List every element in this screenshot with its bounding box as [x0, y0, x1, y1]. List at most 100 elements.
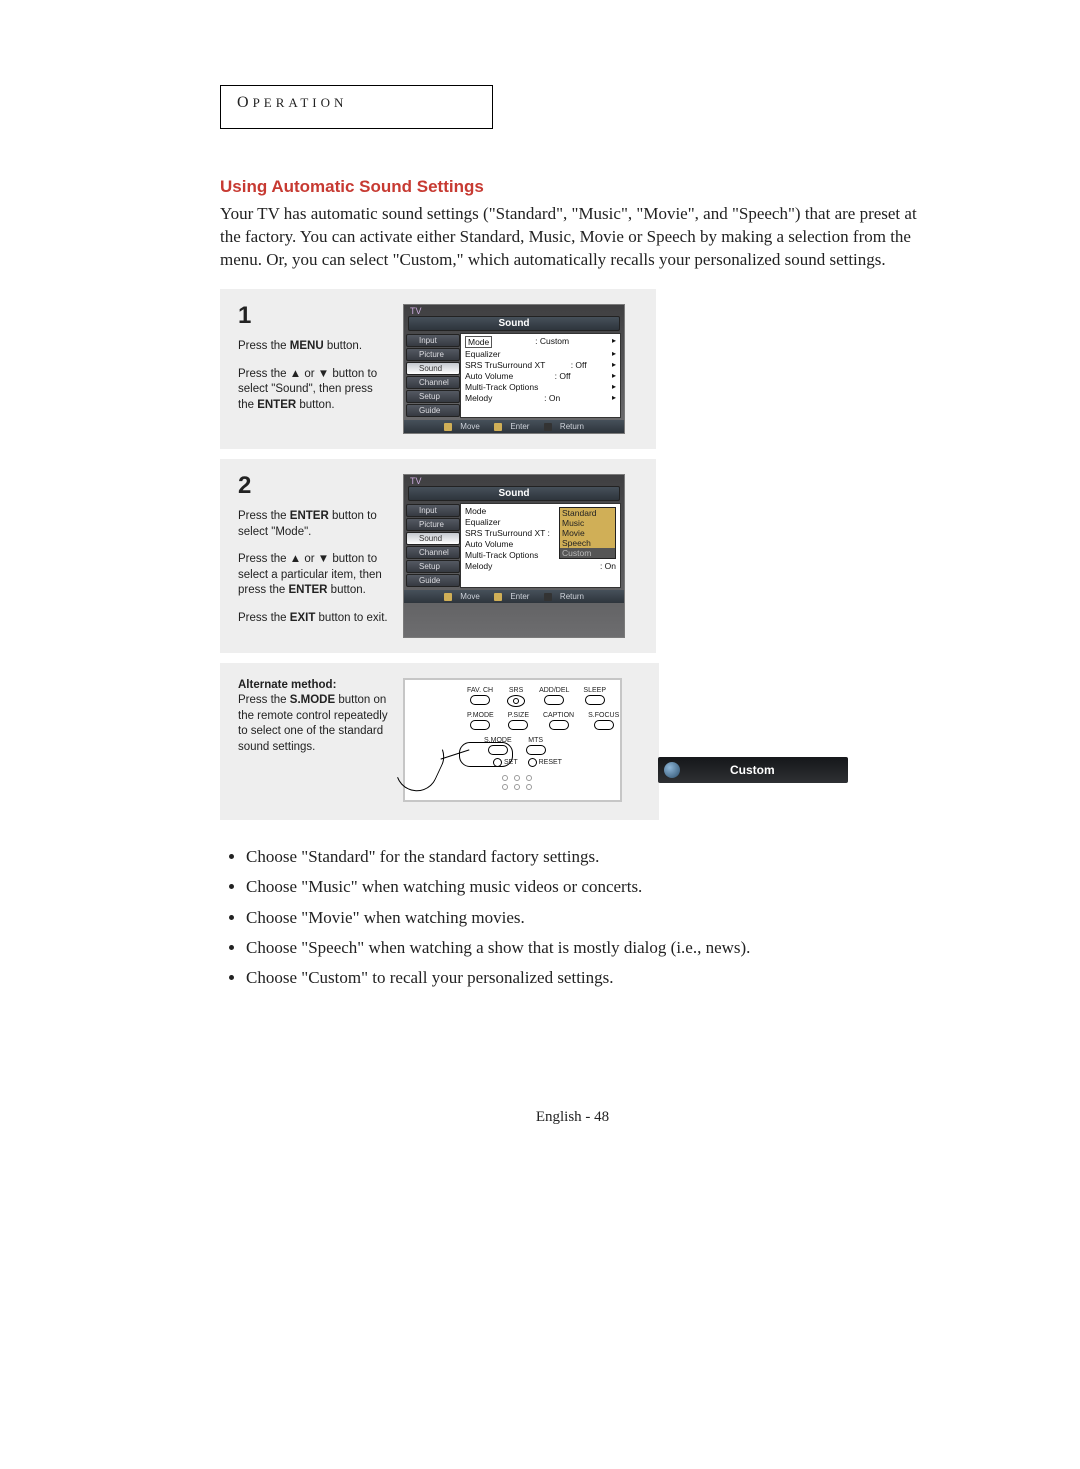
step-2-line-a-pre: Press the [238, 510, 290, 522]
step-2-line-a-bold: ENTER [290, 510, 329, 522]
osd-row-srs-value: : Off [571, 360, 587, 370]
alternate-text-pre: Press the [238, 694, 290, 706]
remote-label-psize: P.SIZE [508, 712, 529, 719]
remote-button-favch [470, 695, 490, 705]
osd-row-autovol-label: Auto Volume [465, 371, 513, 381]
remote-label-smode: S.MODE [484, 737, 512, 744]
return-icon [544, 423, 552, 431]
osd-arrow-icon: ▸ [612, 382, 616, 392]
osd-row-mode-value: : Custom [535, 336, 569, 348]
osd-row-melody-label: Melody [465, 393, 492, 403]
remote-button-smode [488, 745, 508, 755]
remote-button-sleep [585, 695, 605, 705]
toast-label: Custom [730, 763, 775, 777]
osd-tab-input: Input [406, 334, 460, 347]
remote-row-set: SET RESET [493, 758, 562, 767]
remote-row-2: P.MODE P.SIZE CAPTION S.FOCUS [467, 712, 619, 730]
step-1-block: 1 Press the MENU button. Press the ▲ or … [220, 289, 656, 449]
osd-footer: Move Enter Return [404, 590, 624, 603]
enter-icon [494, 423, 502, 431]
step-2-line-b-post: button. [327, 584, 365, 596]
step-1-line-b-post: button. [296, 399, 334, 411]
bullet-item: Choose "Custom" to recall your personali… [246, 963, 925, 993]
osd-footer: Move Enter Return [404, 420, 624, 433]
osd-row-multitrack-label: Multi-Track Options [465, 382, 538, 392]
remote-label-pmode: P.MODE [467, 712, 494, 719]
osd-arrow-icon: ▸ [612, 349, 616, 359]
step-1-line-a-pre: Press the [238, 340, 290, 352]
enter-icon [494, 593, 502, 601]
remote-label-caption: CAPTION [543, 712, 574, 719]
onscreen-toast: Custom [658, 757, 848, 783]
return-icon [544, 593, 552, 601]
osd-row-equalizer-label: Equalizer [465, 517, 500, 527]
dropdown-standard: Standard [560, 508, 615, 518]
osd-tab-picture: Picture [406, 518, 460, 531]
remote-label-sfocus: S.FOCUS [588, 712, 619, 719]
remote-label-favch: FAV. CH [467, 687, 493, 694]
page-heading: Using Automatic Sound Settings [220, 177, 925, 197]
osd-row-melody-value: : On [600, 561, 616, 571]
osd-row-srs-label: SRS TruSurround XT [465, 360, 545, 370]
intro-paragraph: Your TV has automatic sound settings ("S… [220, 203, 925, 272]
step-2-block: 2 Press the ENTER button to select "Mode… [220, 459, 656, 653]
remote-button-sfocus [594, 720, 614, 730]
remote-illustration: FAV. CH SRS ADD/DEL SLEEP P.MODE P.SIZE … [403, 678, 622, 802]
alternate-wrap: Alternate method: Press the S.MODE butto… [220, 663, 925, 820]
osd-footer-enter: Enter [510, 592, 529, 601]
osd-arrow-icon: ▸ [612, 336, 616, 348]
osd-title: Sound [408, 316, 620, 331]
osd-tab-sound: Sound [406, 362, 460, 375]
osd-tab-guide: Guide [406, 404, 460, 417]
osd-row-autovol-value: : Off [555, 371, 571, 381]
move-icon [444, 593, 452, 601]
page-footer: English - 48 [220, 1109, 925, 1126]
osd-footer-return: Return [560, 422, 584, 431]
bullet-item: Choose "Music" when watching music video… [246, 872, 925, 902]
remote-row-1: FAV. CH SRS ADD/DEL SLEEP [467, 687, 606, 707]
remote-label-srs: SRS [509, 687, 523, 694]
osd-tab-sound: Sound [406, 532, 460, 545]
step-2-number: 2 [238, 474, 388, 498]
osd-row-autovol-label: Auto Volume [465, 539, 513, 549]
step-1-number: 1 [238, 304, 388, 328]
dropdown-speech: Speech [560, 538, 615, 548]
osd-title: Sound [408, 486, 620, 501]
step-1-line-a-post: button. [324, 340, 362, 352]
step-2-line-c-pre: Press the [238, 612, 290, 624]
osd-footer-enter: Enter [510, 422, 529, 431]
remote-button-pmode [470, 720, 490, 730]
osd-arrow-icon: ▸ [612, 360, 616, 370]
dropdown-music: Music [560, 518, 615, 528]
remote-label-mts: MTS [528, 737, 543, 744]
step-2-line-b-bold: ENTER [289, 584, 328, 596]
remote-button-psize [508, 720, 528, 730]
osd-arrow-icon: ▸ [612, 393, 616, 403]
remote-label-set: SET [493, 758, 518, 767]
osd-footer-move: Move [460, 422, 480, 431]
bullet-item: Choose "Standard" for the standard facto… [246, 842, 925, 872]
remote-button-mts [526, 745, 546, 755]
osd-main-panel: Mode: Equalizer SRS TruSurround XT : Aut… [460, 503, 621, 588]
step-1-line-b: Press the ▲ or ▼ button to select "Sound… [238, 367, 388, 414]
remote-button-caption [549, 720, 569, 730]
alternate-text-bold: S.MODE [290, 694, 335, 706]
remote-button-adddel [544, 695, 564, 705]
osd-row-melody-value: : On [544, 393, 560, 403]
osd-tab-picture: Picture [406, 348, 460, 361]
callout-line-icon [441, 749, 470, 759]
osd-mode-dropdown: Standard Music Movie Speech Custom [559, 507, 616, 559]
step-2-line-c-bold: EXIT [290, 612, 316, 624]
osd-tab-input: Input [406, 504, 460, 517]
osd-row-melody-label: Melody [465, 561, 492, 571]
remote-arc-icon [389, 729, 451, 798]
step-2-line-c: Press the EXIT button to exit. [238, 611, 388, 627]
osd-arrow-icon: ▸ [612, 371, 616, 381]
section-tab-text: PERATION [253, 95, 348, 110]
remote-label-adddel: ADD/DEL [539, 687, 569, 694]
osd-tab-setup: Setup [406, 560, 460, 573]
osd-tab-setup: Setup [406, 390, 460, 403]
step-1-line-a: Press the MENU button. [238, 339, 388, 355]
osd-footer-move: Move [460, 592, 480, 601]
step-2-line-a: Press the ENTER button to select "Mode". [238, 509, 388, 540]
